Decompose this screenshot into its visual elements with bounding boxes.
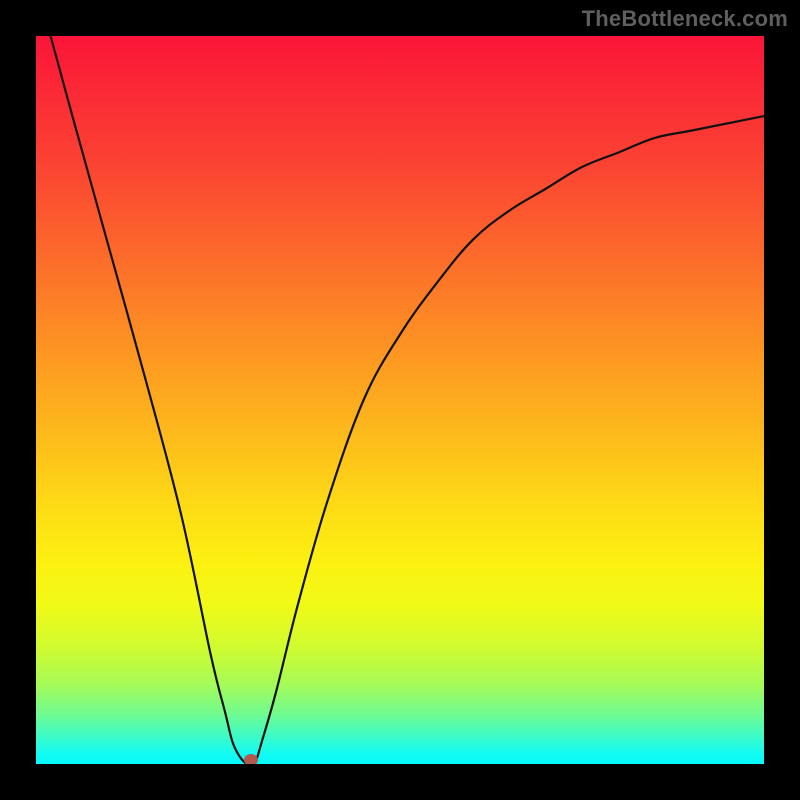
plot-area [36, 36, 764, 764]
chart-frame: TheBottleneck.com [0, 0, 800, 800]
watermark-text: TheBottleneck.com [582, 6, 788, 32]
optimal-point-marker [244, 754, 258, 764]
bottleneck-curve [36, 36, 764, 764]
